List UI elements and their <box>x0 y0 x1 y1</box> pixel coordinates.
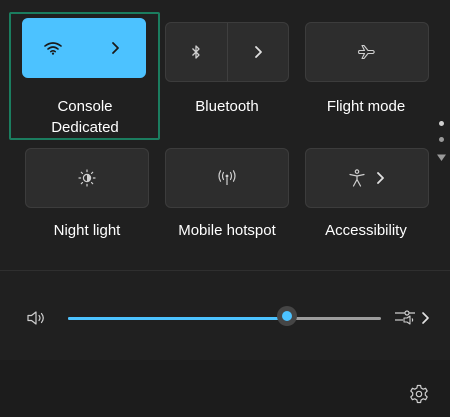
volume-slider[interactable] <box>68 317 381 320</box>
volume-slider-fill <box>68 317 287 320</box>
volume-slider-thumb[interactable] <box>277 306 297 326</box>
flight-mode-label: Flight mode <box>326 98 406 115</box>
wifi-tile[interactable] <box>22 18 146 78</box>
bluetooth-icon <box>191 44 201 60</box>
wifi-icon <box>44 41 63 55</box>
wifi-expand-button[interactable] <box>85 19 146 77</box>
accessibility-tile[interactable] <box>305 148 429 208</box>
gear-icon[interactable] <box>409 384 429 404</box>
night-light-label: Night light <box>53 222 121 239</box>
chevron-right-icon[interactable] <box>420 311 430 325</box>
wifi-label-line2: Dedicated <box>51 119 119 136</box>
bluetooth-label: Bluetooth <box>195 98 259 115</box>
night-light-icon <box>78 169 96 187</box>
chevron-right-icon[interactable] <box>375 171 385 185</box>
bluetooth-tile[interactable] <box>165 22 289 82</box>
accessibility-icon <box>349 169 365 187</box>
wifi-toggle[interactable] <box>23 19 84 77</box>
accessibility-label: Accessibility <box>325 222 407 239</box>
separator <box>0 270 450 271</box>
flight-mode-tile[interactable] <box>305 22 429 82</box>
quick-settings-panel: Console Dedicated Bluetooth Flight mode … <box>0 0 450 417</box>
bluetooth-toggle[interactable] <box>166 23 227 81</box>
mobile-hotspot-tile[interactable] <box>165 148 289 208</box>
page-dot-1[interactable] <box>439 121 444 126</box>
page-dot-2[interactable] <box>439 137 444 142</box>
mobile-hotspot-label: Mobile hotspot <box>178 222 276 239</box>
chevron-right-icon <box>253 45 263 59</box>
wifi-label: Console Dedicated <box>15 96 155 138</box>
bluetooth-expand-button[interactable] <box>228 23 289 81</box>
hotspot-icon <box>216 170 238 186</box>
chevron-down-icon[interactable] <box>436 153 447 162</box>
wifi-label-line1: Console <box>57 98 113 115</box>
airplane-icon <box>358 44 376 60</box>
footer-bar <box>0 360 450 417</box>
sound-output-icon[interactable] <box>394 309 416 329</box>
speaker-icon[interactable] <box>26 309 48 327</box>
chevron-right-icon <box>110 41 120 55</box>
night-light-tile[interactable] <box>25 148 149 208</box>
